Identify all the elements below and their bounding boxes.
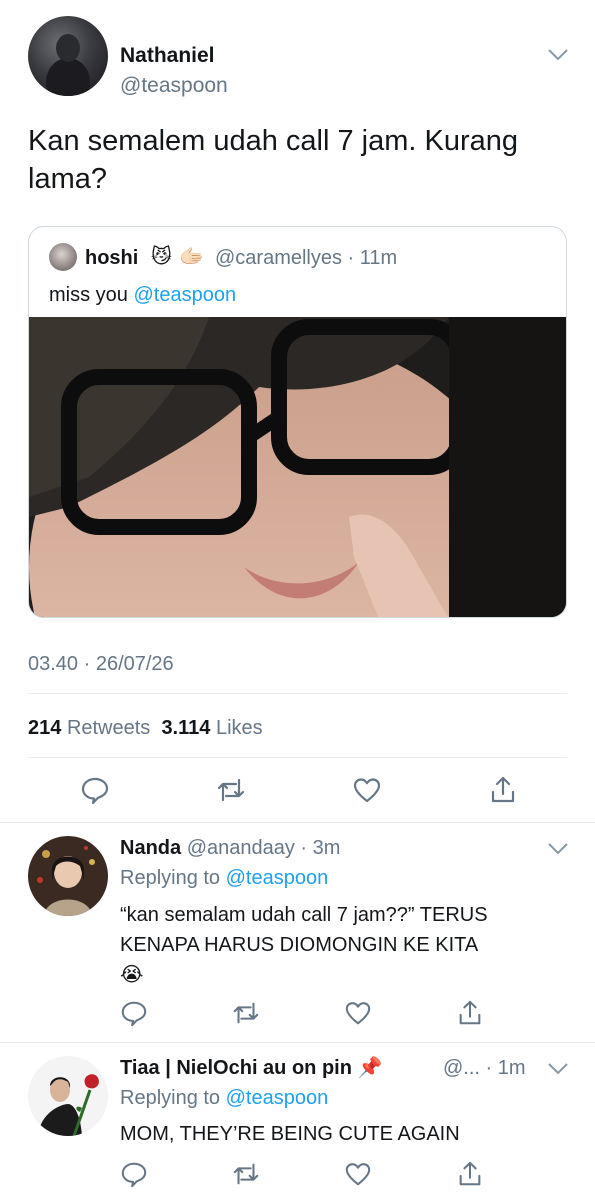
reply-author-line: Nanda @anandaay · 3m xyxy=(120,836,340,860)
chevron-down-icon[interactable] xyxy=(547,1062,569,1076)
reply-text: MOM, THEY’RE BEING CUTE AGAIN xyxy=(120,1123,460,1145)
divider xyxy=(0,822,595,823)
main-tweet-actions xyxy=(80,775,520,805)
reply-handle[interactable]: @... xyxy=(443,1057,480,1079)
retweet-icon[interactable] xyxy=(232,999,262,1029)
crying-emoji: 😭 xyxy=(120,964,144,986)
hand-emoji: 🫱🏻 xyxy=(179,246,204,268)
reply-author-name[interactable]: Tiaa | NielOchi au on pin xyxy=(120,1057,352,1079)
pin-emoji: 📌 xyxy=(357,1057,383,1079)
likes-label[interactable]: Likes xyxy=(216,717,263,739)
replying-to-label: Replying to xyxy=(120,867,226,889)
retweets-count[interactable]: 214 xyxy=(28,717,61,739)
tweet-stats: 214 Retweets 3.114 Likes xyxy=(28,716,263,740)
reply-tweet[interactable]: Tiaa | NielOchi au on pin 📌 @... · 1m Re… xyxy=(28,1056,569,1200)
reply-icon[interactable] xyxy=(120,999,150,1029)
reply-icon[interactable] xyxy=(80,775,110,805)
like-icon[interactable] xyxy=(352,775,382,805)
like-icon[interactable] xyxy=(344,999,374,1029)
mention-link[interactable]: @teaspoon xyxy=(226,1087,329,1109)
author-name[interactable]: Nathaniel xyxy=(120,44,215,68)
main-tweet-header: Nathaniel @teaspoon xyxy=(28,16,575,98)
likes-count[interactable]: 3.114 xyxy=(161,717,210,739)
reply-author-handle[interactable]: @anandaay · 3m xyxy=(187,837,341,859)
replying-to-label: Replying to xyxy=(120,1087,226,1109)
quoted-author-handle: @caramellyes · 11m xyxy=(215,247,398,269)
retweet-icon[interactable] xyxy=(216,775,246,805)
quoted-tweet-photo[interactable] xyxy=(29,317,566,617)
chevron-down-icon[interactable] xyxy=(547,842,569,856)
reply-author-line: Tiaa | NielOchi au on pin 📌 xyxy=(120,1056,382,1080)
quoted-tweet[interactable]: hoshi 😼 🫱🏻 @caramellyes · 11m miss you @… xyxy=(28,226,567,618)
reply-tweet[interactable]: Nanda @anandaay · 3m Replying to @teaspo… xyxy=(28,836,569,1036)
mention-link[interactable]: @teaspoon xyxy=(226,867,329,889)
retweets-label[interactable]: Retweets xyxy=(67,717,150,739)
replying-to: Replying to @teaspoon xyxy=(120,866,328,890)
author-handle[interactable]: @teaspoon xyxy=(120,74,228,98)
avatar[interactable] xyxy=(28,836,108,916)
quoted-text-prefix: miss you xyxy=(49,284,134,306)
retweet-icon[interactable] xyxy=(232,1160,262,1190)
divider xyxy=(28,693,567,694)
reply-actions xyxy=(120,999,481,1029)
chevron-down-icon[interactable] xyxy=(547,48,569,62)
cat-emoji: 😼 xyxy=(151,246,172,268)
tweet-text: Kan semalem udah call 7 jam. Kurang lama… xyxy=(28,125,519,195)
replying-to: Replying to @teaspoon xyxy=(120,1086,328,1110)
avatar[interactable] xyxy=(28,16,108,96)
avatar[interactable] xyxy=(28,1056,108,1136)
like-icon[interactable] xyxy=(344,1160,374,1190)
reply-actions xyxy=(120,1160,481,1190)
reply-text-body: “kan semalam udah call 7 jam??” TERUS KE… xyxy=(120,904,488,956)
divider xyxy=(28,757,567,758)
reply-author-handle: @... · 1m xyxy=(443,1056,526,1080)
divider xyxy=(0,1042,595,1043)
reply-time[interactable]: · 1m xyxy=(486,1057,526,1079)
reply-icon[interactable] xyxy=(120,1160,150,1190)
reply-author-name[interactable]: Nanda xyxy=(120,837,181,859)
tweet-timestamp[interactable]: 03.40 · 26/07/26 xyxy=(28,652,174,676)
quoted-author-name: hoshi xyxy=(85,247,139,269)
share-icon[interactable] xyxy=(456,1160,486,1190)
quoted-tweet-text: miss you @teaspoon xyxy=(49,283,236,307)
mention-link[interactable]: @teaspoon xyxy=(133,284,236,306)
share-icon[interactable] xyxy=(456,999,486,1029)
avatar xyxy=(49,243,77,271)
reply-text: “kan semalam udah call 7 jam??” TERUS KE… xyxy=(120,900,560,990)
share-icon[interactable] xyxy=(488,775,518,805)
